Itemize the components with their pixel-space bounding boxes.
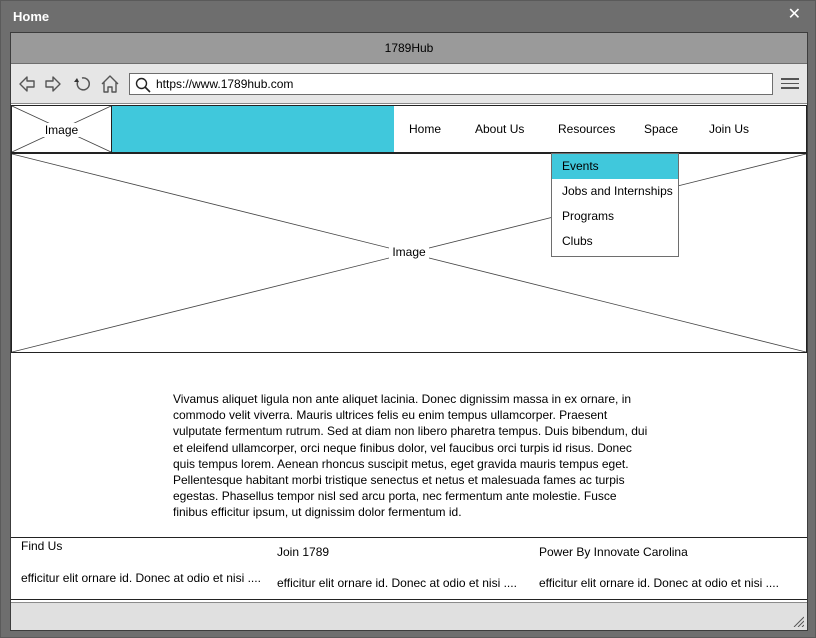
nav-join-us[interactable]: Join Us xyxy=(709,122,749,136)
footer-text-join: efficitur elit ornare id. Donec at odio … xyxy=(277,576,517,590)
browser-frame: 1789Hub Im xyxy=(10,32,808,631)
window-title: Home xyxy=(13,9,50,24)
footer-title-find-us: Find Us xyxy=(21,539,63,553)
header-banner xyxy=(112,106,394,152)
dropdown-item-jobs[interactable]: Jobs and Internships xyxy=(552,179,678,204)
hero-label: Image xyxy=(389,245,429,259)
footer-title-power: Power By Innovate Carolina xyxy=(539,545,688,559)
hero-image-placeholder: Image xyxy=(11,153,807,353)
close-icon[interactable]: ✕ xyxy=(788,7,801,23)
nav-home[interactable]: Home xyxy=(409,122,441,136)
site-footer: Find Us efficitur elit ornare id. Donec … xyxy=(11,537,807,600)
logo-image-placeholder[interactable]: Image xyxy=(12,106,112,152)
search-icon xyxy=(135,77,151,93)
tab-title: 1789Hub xyxy=(384,41,434,55)
dropdown-item-clubs[interactable]: Clubs xyxy=(552,229,678,254)
resources-dropdown: Events Jobs and Internships Programs Clu… xyxy=(551,153,679,257)
site-header: Image Home About Us Resources Space Join… xyxy=(11,105,807,153)
nav-space[interactable]: Space xyxy=(644,122,678,136)
forward-icon[interactable] xyxy=(42,73,64,95)
nav-resources[interactable]: Resources xyxy=(558,122,615,136)
address-bar[interactable] xyxy=(129,73,773,95)
browser-tabbar: 1789Hub xyxy=(11,33,807,64)
url-input[interactable] xyxy=(156,76,756,92)
footer-text-power: efficitur elit ornare id. Donec at odio … xyxy=(539,576,779,590)
footer-title-join[interactable]: Join 1789 xyxy=(277,545,329,559)
browser-statusbar xyxy=(11,602,807,630)
window-titlebar: Home ✕ xyxy=(1,1,815,31)
body-paragraph: Vivamus aliquet ligula non ante aliquet … xyxy=(173,392,648,520)
dropdown-item-events[interactable]: Events xyxy=(552,154,678,179)
nav-about-us[interactable]: About Us xyxy=(475,122,524,136)
web-page: Image Home About Us Resources Space Join… xyxy=(11,105,807,602)
dropdown-item-programs[interactable]: Programs xyxy=(552,204,678,229)
logo-label: Image xyxy=(42,123,81,137)
browser-toolbar xyxy=(11,64,807,104)
home-icon[interactable] xyxy=(99,73,121,95)
hamburger-menu-icon[interactable] xyxy=(781,75,799,93)
app-window: Home ✕ 1789Hub https://www.1789hub.com I… xyxy=(0,0,816,638)
footer-text-find-us: efficitur elit ornare id. Donec at odio … xyxy=(21,571,261,585)
back-icon[interactable] xyxy=(16,73,38,95)
reload-icon[interactable] xyxy=(71,73,93,95)
resize-grip-icon[interactable] xyxy=(792,615,804,627)
